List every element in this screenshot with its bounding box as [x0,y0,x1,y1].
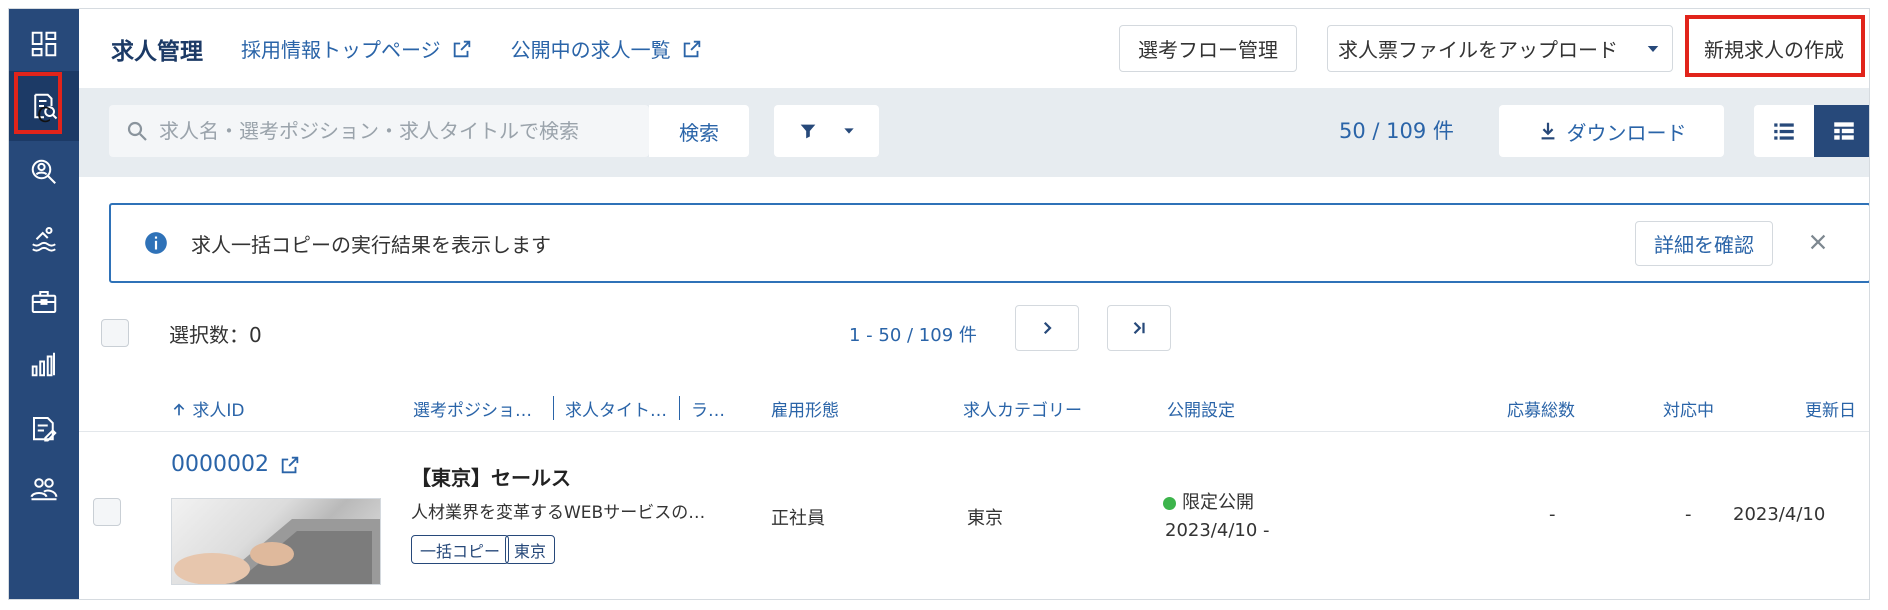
search-icon [127,121,147,141]
table-view-toggle[interactable] [1814,105,1869,157]
tag-bulk-copy: 一括コピー [411,535,510,564]
next-page-button[interactable] [1015,305,1079,351]
chevron-right-icon [1043,321,1052,335]
table-row[interactable]: 0000002 【東京】セールス 人材業界を変革するWEBサービスの… 一括コピ… [79,432,1869,599]
sidebar-item-users[interactable] [9,453,79,523]
col-applications[interactable]: 応募総数 [1507,396,1575,421]
sidebar-item-activity[interactable] [9,203,79,273]
filter-icon [800,124,815,139]
bar-chart-icon [31,352,55,377]
laptop-photo [174,519,380,584]
col-title[interactable]: 求人タイト… [565,396,667,421]
sidebar-item-candidates[interactable] [9,137,79,207]
external-link-icon [281,456,299,473]
briefcase-icon [31,291,57,313]
tag-tokyo: 東京 [505,535,556,564]
col-job-id-label: 求人ID [192,401,245,421]
sidebar-item-reports[interactable] [9,329,79,399]
recruit-top-link[interactable]: 採用情報トップページ [241,34,473,63]
pagination-range: 1 - 50 / 109 件 [849,325,977,346]
sidebar-item-projects[interactable] [9,267,79,337]
upload-job-file-label: 求人票ファイルをアップロード [1338,38,1618,62]
search-box [109,105,649,157]
recruit-top-link-label: 採用情報トップページ [241,38,441,62]
job-thumbnail[interactable] [171,498,381,585]
job-category: 東京 [967,508,1003,529]
table-icon [1834,122,1854,140]
banner-message: 求人一括コピーの実行結果を表示します [191,232,551,257]
download-label: ダウンロード [1566,120,1687,145]
download-icon [1541,122,1554,140]
col-updated[interactable]: 更新日 [1805,396,1856,421]
col-in-progress[interactable]: 対応中 [1663,396,1714,421]
col-divider [679,396,680,420]
list-icon [1774,123,1794,140]
applications-count: - [1549,504,1556,525]
col-position[interactable]: 選考ポジショ… [413,396,532,421]
upload-job-file-button[interactable]: 求人票ファイルをアップロード [1327,25,1673,72]
candidate-search-icon [31,159,56,184]
employment-type: 正社員 [771,508,825,529]
publish-status-label: 限定公開 [1182,492,1254,513]
caret-down-icon [1647,45,1659,52]
app-frame: C 求人管理 採用情報トップページ 公開中の求人一覧 選考フロー管理 求人票ファ… [8,8,1870,600]
publish-status: 限定公開 [1163,488,1254,514]
view-details-button[interactable]: 詳細を確認 [1635,221,1773,266]
job-id-link[interactable]: 0000002 [171,452,301,477]
table-header: 求人ID 選考ポジショ… 求人タイト… ラ… 雇用形態 求人カテゴリー 公開設定… [79,382,1869,432]
publish-period: 2023/4/10 - [1165,520,1270,541]
in-progress-count: - [1685,504,1692,525]
list-view-toggle[interactable] [1754,105,1814,157]
col-category[interactable]: 求人カテゴリー [963,396,1082,421]
search-button[interactable]: 検索 [649,105,749,157]
last-page-button[interactable] [1107,305,1171,351]
filter-button[interactable] [774,105,879,157]
col-label[interactable]: ラ… [691,396,725,421]
swimmer-icon [32,227,56,252]
selection-bar: 選択数：0 1 - 50 / 109 件 [79,305,1869,365]
selection-count: 選択数：0 [169,323,262,347]
external-link-icon [683,40,700,57]
updated-date: 2023/4/10 [1733,504,1826,525]
download-button[interactable]: ダウンロード [1499,105,1724,157]
select-all-checkbox[interactable] [101,319,129,347]
caret-down-icon [843,128,854,134]
sidebar-item-dashboard[interactable] [9,9,79,79]
page-title: 求人管理 [111,38,203,65]
info-icon [145,232,167,254]
dashboard-icon [31,31,57,57]
public-jobs-link[interactable]: 公開中の求人一覧 [511,34,703,63]
col-job-id[interactable]: 求人ID [171,396,245,421]
arrow-up-icon [173,403,185,416]
row-checkbox[interactable] [93,498,121,526]
info-banner: 求人一括コピーの実行結果を表示します 詳細を確認 [109,203,1869,283]
selection-flow-button[interactable]: 選考フロー管理 [1119,25,1297,72]
job-id: 0000002 [171,452,269,477]
sidebar-item-jobs[interactable]: C [9,71,79,141]
search-toolbar: 検索 50 / 109 件 ダウンロード [79,88,1869,177]
create-job-button[interactable]: 新規求人の作成 [1687,25,1861,72]
status-dot-icon [1163,496,1176,510]
job-description: 人材業界を変革するWEBサービスの… [411,503,706,523]
external-link-icon [453,40,470,57]
col-publish[interactable]: 公開設定 [1167,396,1235,421]
job-title[interactable]: 【東京】セールス [411,462,571,491]
close-icon[interactable] [1807,231,1829,253]
col-divider [553,396,554,420]
search-input[interactable] [159,119,579,143]
users-icon [30,478,58,501]
public-jobs-link-label: 公開中の求人一覧 [510,38,671,62]
cursor-glyph: C [37,103,51,127]
sidebar: C [9,9,79,599]
chevron-last-icon [1133,321,1145,335]
col-employment[interactable]: 雇用形態 [771,396,839,421]
document-edit-icon [33,417,57,442]
result-count: 50 / 109 件 [1339,119,1454,143]
